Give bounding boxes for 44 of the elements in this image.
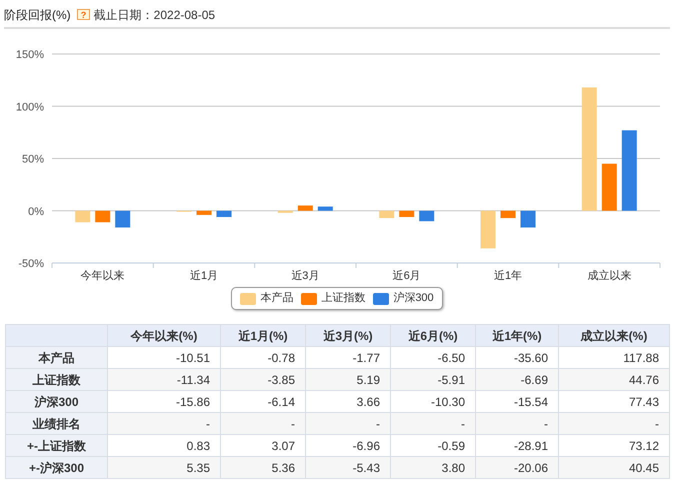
- bar: [75, 210, 90, 222]
- y-tick-label: 50%: [22, 154, 44, 166]
- bar: [115, 210, 130, 228]
- row-header: +-沪深300: [6, 456, 108, 478]
- table-cell: 3.80: [390, 456, 476, 478]
- bar: [419, 210, 434, 222]
- y-tick-label: -50%: [18, 258, 44, 270]
- y-tick-label: 150%: [16, 49, 44, 61]
- bar: [602, 164, 617, 211]
- y-tick-label: 0%: [28, 206, 44, 218]
- column-header: 成立以来(%): [558, 324, 670, 346]
- x-tick-label: 近1年: [494, 270, 522, 282]
- row-header: 上证指数: [6, 368, 108, 390]
- legend-swatch-icon: [373, 292, 390, 304]
- x-tick-label: 成立以来: [587, 270, 632, 282]
- row-header: +-上证指数: [6, 434, 108, 456]
- row-header: 沪深300: [6, 390, 108, 412]
- date-label: 截止日期：2022-08-05: [94, 7, 216, 24]
- bar: [480, 210, 496, 248]
- legend-item[interactable]: 沪深300: [373, 290, 434, 307]
- bar: [95, 210, 110, 222]
- bar: [520, 210, 536, 228]
- table-cell: -5.43: [306, 456, 390, 478]
- y-tick-label: 100%: [16, 101, 44, 114]
- bar: [196, 210, 212, 215]
- bar: [278, 210, 293, 213]
- row-header: 本产品: [6, 346, 108, 368]
- table-cell: 5.36: [220, 456, 306, 478]
- legend-item[interactable]: 本产品: [240, 290, 294, 307]
- x-tick-label: 近6月: [392, 270, 421, 282]
- legend-item[interactable]: 上证指数: [301, 290, 366, 307]
- row-header: 业绩排名: [6, 412, 108, 434]
- table-cell: 5.35: [108, 456, 220, 478]
- section-title: 阶段回报(%): [4, 7, 71, 24]
- x-tick-label: 今年以来: [80, 270, 125, 282]
- legend-swatch-icon: [240, 292, 256, 304]
- legend-swatch-icon: [301, 292, 318, 304]
- x-tick-label: 近1月: [190, 270, 218, 282]
- column-header: 今年以来(%): [108, 324, 220, 346]
- bar: [298, 206, 313, 211]
- x-tick-label: 近3月: [291, 270, 320, 282]
- table-cell: -20.06: [476, 456, 558, 478]
- table-cell: 40.45: [558, 456, 670, 478]
- bar: [318, 206, 333, 211]
